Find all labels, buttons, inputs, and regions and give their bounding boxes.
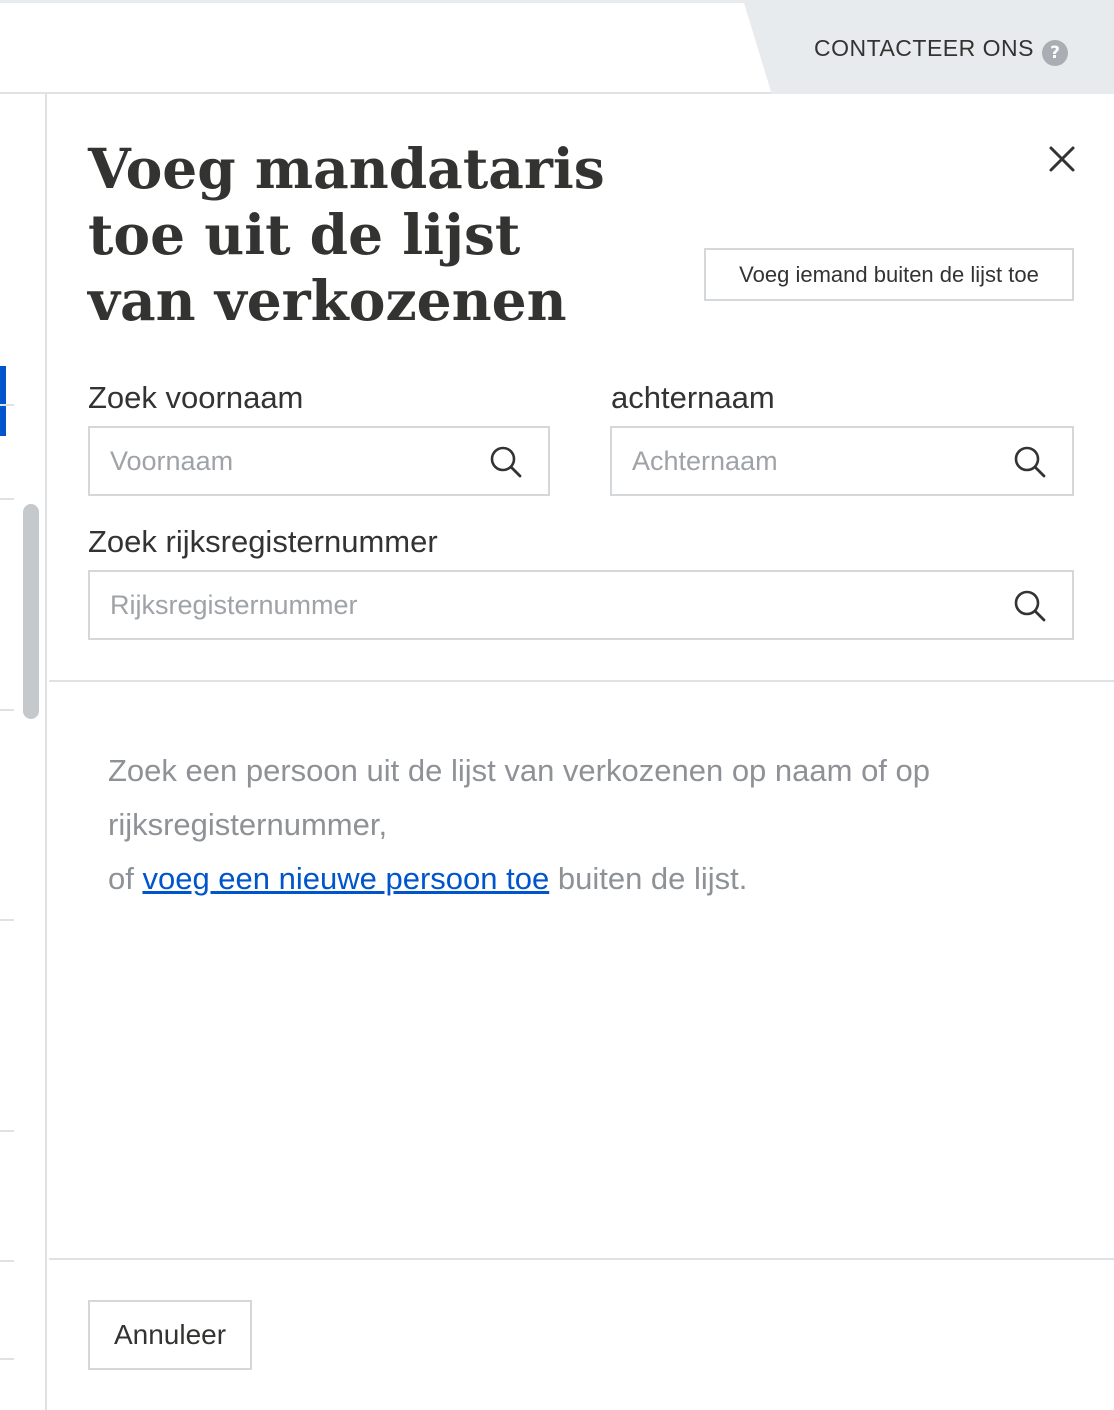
divider — [0, 1260, 14, 1262]
first-name-field — [88, 426, 550, 496]
last-name-label: achternaam — [611, 380, 775, 415]
search-icon[interactable] — [1012, 444, 1048, 480]
national-number-label: Zoek rijksregisternummer — [88, 524, 438, 559]
cancel-button[interactable]: Annuleer — [88, 1300, 252, 1370]
background-page-strip — [0, 94, 47, 1410]
close-button[interactable] — [1043, 140, 1081, 178]
search-icon[interactable] — [488, 444, 524, 480]
search-icon[interactable] — [1012, 588, 1048, 624]
add-person-outside-list-button[interactable]: Voeg iemand buiten de lijst toe — [704, 248, 1074, 301]
divider — [0, 404, 14, 406]
search-hint-prefix: of — [108, 861, 143, 896]
contact-button[interactable]: CONTACTEER ONS ? — [744, 3, 1114, 95]
panel-title: Voeg mandataris toe uit de lijst van ver… — [88, 136, 605, 333]
national-number-field — [88, 570, 1074, 640]
scrollbar-thumb[interactable] — [23, 504, 39, 719]
last-name-field — [610, 426, 1074, 496]
search-hint-line1: Zoek een persoon uit de lijst van verkoz… — [108, 753, 931, 842]
first-name-label: Zoek voornaam — [88, 380, 304, 415]
divider — [0, 919, 14, 921]
footer-divider — [49, 1258, 1114, 1260]
search-hint: Zoek een persoon uit de lijst van verkoz… — [108, 744, 1068, 906]
active-nav-indicator — [0, 366, 6, 436]
divider — [0, 709, 14, 711]
add-new-person-link[interactable]: voeg een nieuwe persoon toe — [142, 861, 549, 896]
close-icon — [1049, 146, 1075, 172]
first-name-input[interactable] — [90, 428, 548, 494]
divider — [0, 498, 14, 500]
divider — [0, 1358, 14, 1360]
search-hint-suffix: buiten de lijst. — [549, 861, 748, 896]
add-mandataris-panel: Voeg mandataris toe uit de lijst van ver… — [49, 94, 1114, 1410]
contact-label: CONTACTEER ONS — [814, 35, 1034, 61]
national-number-input[interactable] — [90, 572, 1072, 638]
question-icon: ? — [1042, 40, 1068, 66]
divider — [0, 1130, 14, 1132]
section-divider — [49, 680, 1114, 682]
last-name-input[interactable] — [612, 428, 1072, 494]
top-bar: CONTACTEER ONS ? — [0, 0, 1114, 95]
